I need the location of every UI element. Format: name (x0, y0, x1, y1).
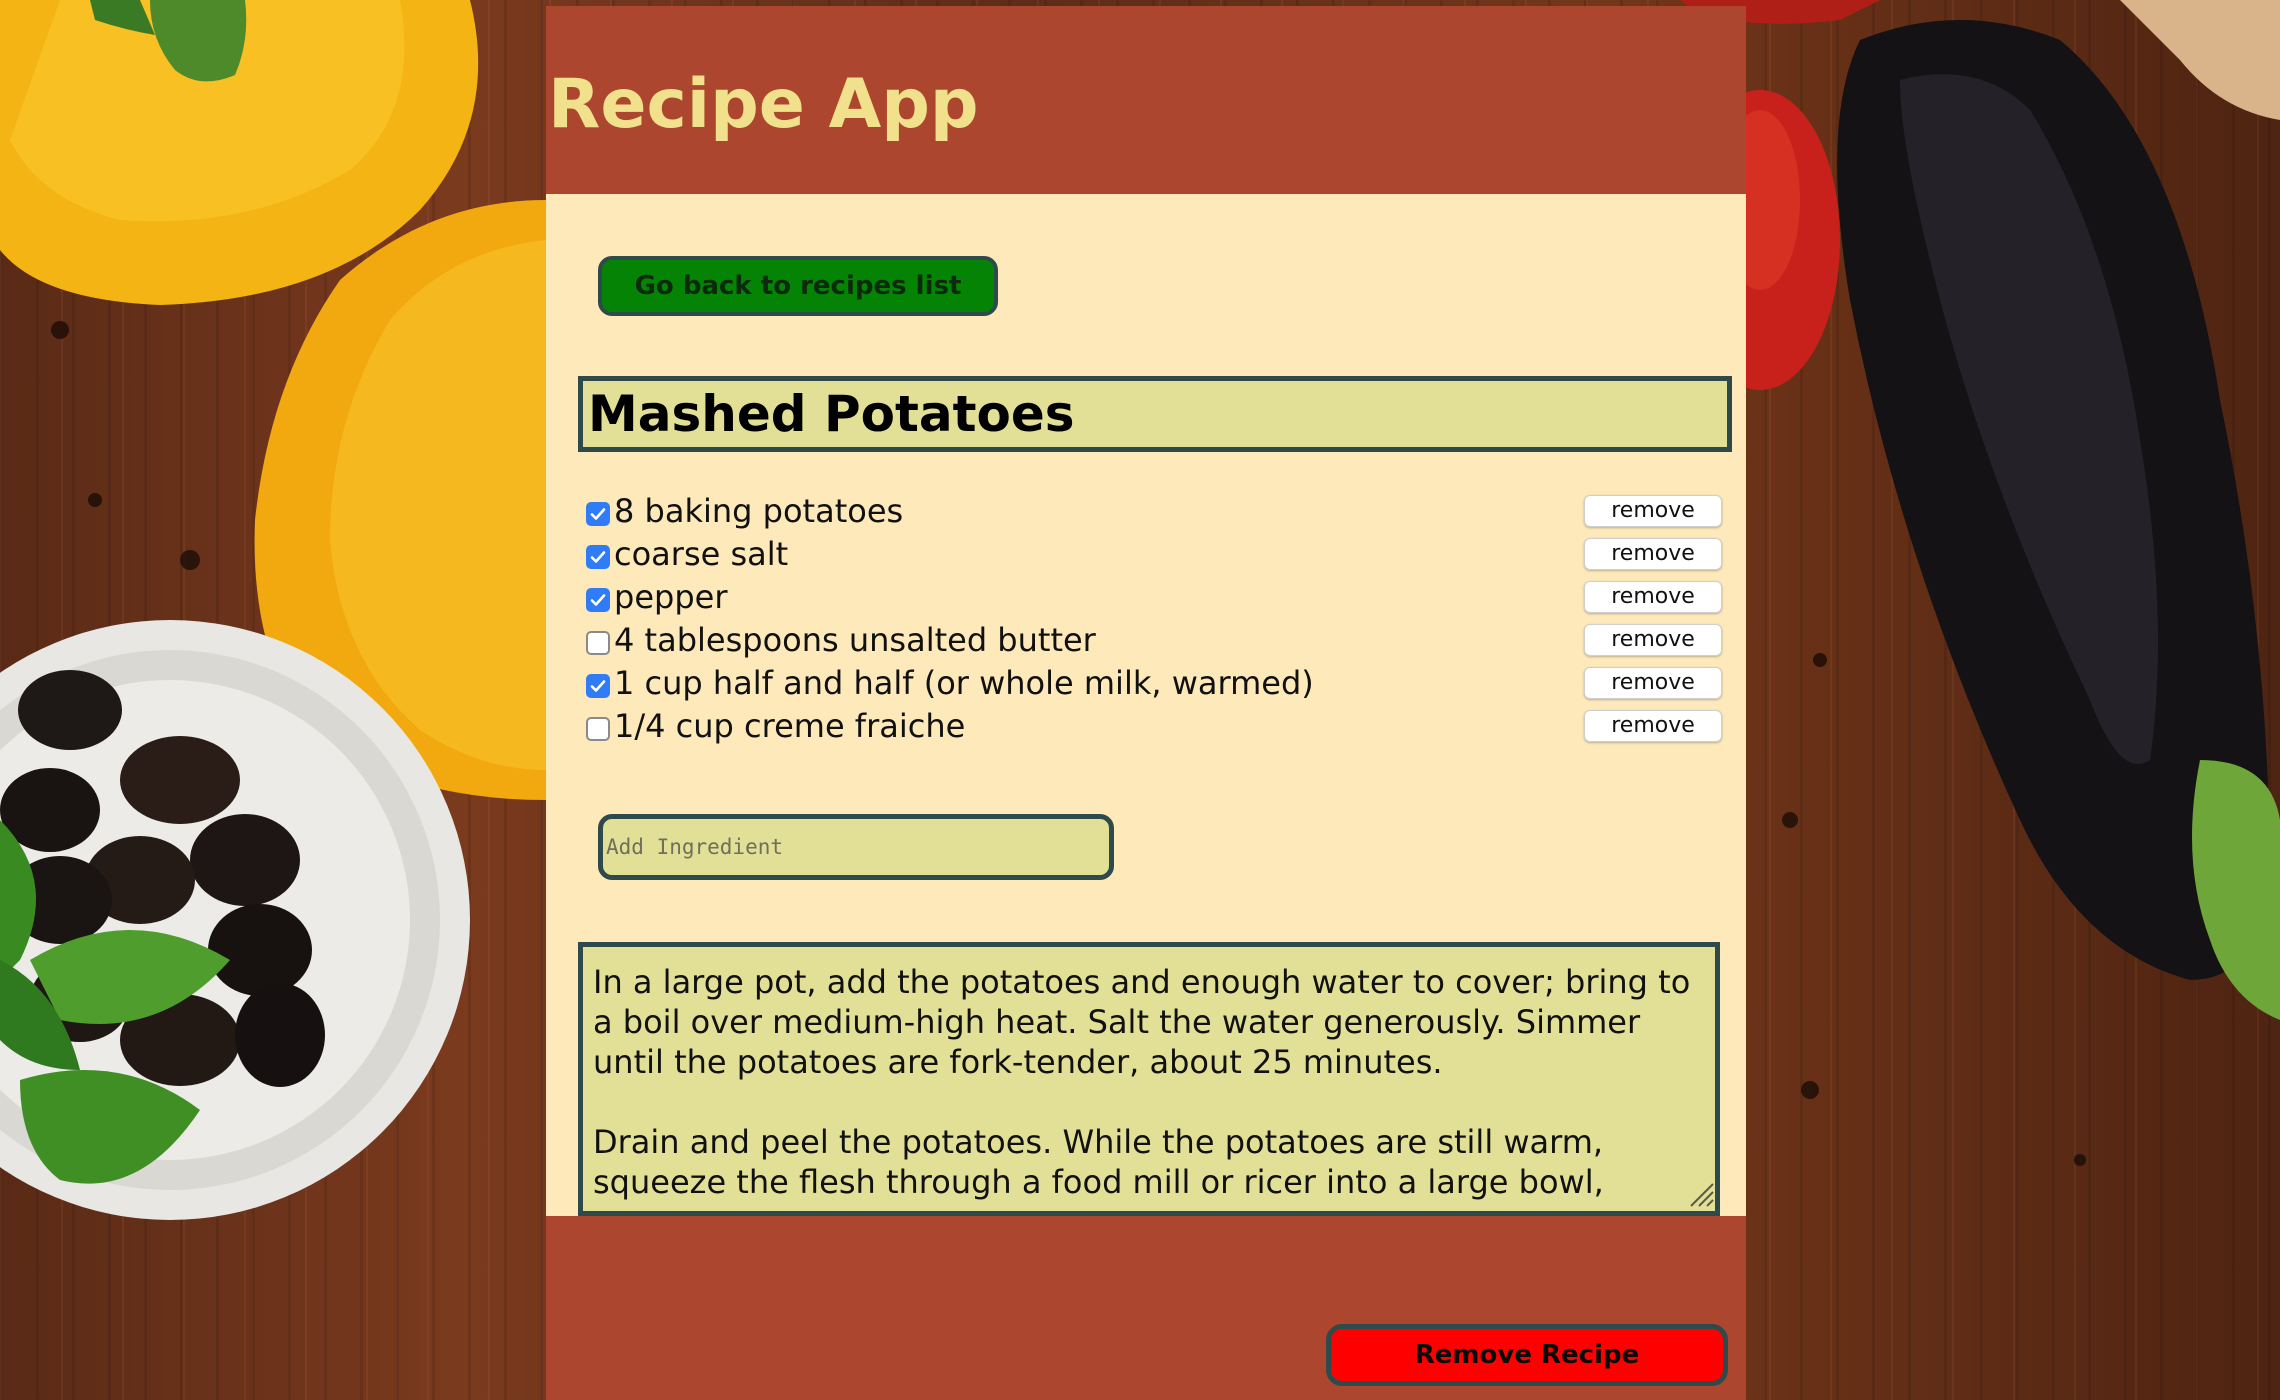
checkmark-icon (590, 593, 606, 606)
ingredient-checkbox[interactable] (586, 630, 610, 655)
ingredient-row: 8 baking potatoes remove (586, 490, 1722, 533)
checkmark-icon (590, 550, 606, 563)
ingredient-row: 1/4 cup creme fraiche remove (586, 705, 1722, 748)
ingredient-checkbox[interactable] (586, 544, 610, 569)
ingredient-row: pepper remove (586, 576, 1722, 619)
ingredient-row: coarse salt remove (586, 533, 1722, 576)
ingredient-row: 1 cup half and half (or whole milk, warm… (586, 662, 1722, 705)
ingredient-label: coarse salt (614, 535, 789, 573)
ingredient-list: 8 baking potatoes remove coarse salt remove… (586, 490, 1722, 748)
ingredient-checkbox[interactable] (586, 501, 610, 526)
ingredient-checkbox[interactable] (586, 673, 610, 698)
app-header: Recipe App (546, 6, 1746, 194)
app-window: Recipe App Go back to recipes list 8 bak… (0, 0, 2280, 1400)
app-title: Recipe App (548, 65, 979, 144)
instructions-textarea[interactable]: In a large pot, add the potatoes and eno… (578, 942, 1720, 1216)
ingredient-checkbox[interactable] (586, 716, 610, 741)
ingredient-row: 4 tablespoons unsalted butter remove (586, 619, 1722, 662)
ingredient-label: 1/4 cup creme fraiche (614, 707, 966, 745)
checkmark-icon (590, 679, 606, 692)
ingredient-checkbox[interactable] (586, 587, 610, 612)
ingredient-label: pepper (614, 578, 728, 616)
back-to-recipes-button[interactable]: Go back to recipes list (598, 256, 998, 316)
remove-ingredient-button[interactable]: remove (1584, 710, 1722, 742)
ingredient-label: 1 cup half and half (or whole milk, warm… (614, 664, 1314, 702)
eggplant-image (1837, 0, 2280, 1020)
ingredient-label: 4 tablespoons unsalted butter (614, 621, 1096, 659)
remove-ingredient-button[interactable]: remove (1584, 624, 1722, 656)
remove-recipe-button[interactable]: Remove Recipe (1326, 1324, 1728, 1386)
resize-grip-icon[interactable] (1683, 1178, 1715, 1208)
recipe-app-panel: Recipe App Go back to recipes list 8 bak… (546, 6, 1746, 1400)
recipe-name-field[interactable] (578, 376, 1732, 452)
remove-ingredient-button[interactable]: remove (1584, 538, 1722, 570)
remove-ingredient-button[interactable]: remove (1584, 667, 1722, 699)
remove-ingredient-button[interactable]: remove (1584, 581, 1722, 613)
checkmark-icon (590, 507, 606, 520)
remove-ingredient-button[interactable]: remove (1584, 495, 1722, 527)
add-ingredient-input[interactable] (598, 814, 1114, 880)
ingredient-label: 8 baking potatoes (614, 492, 904, 530)
